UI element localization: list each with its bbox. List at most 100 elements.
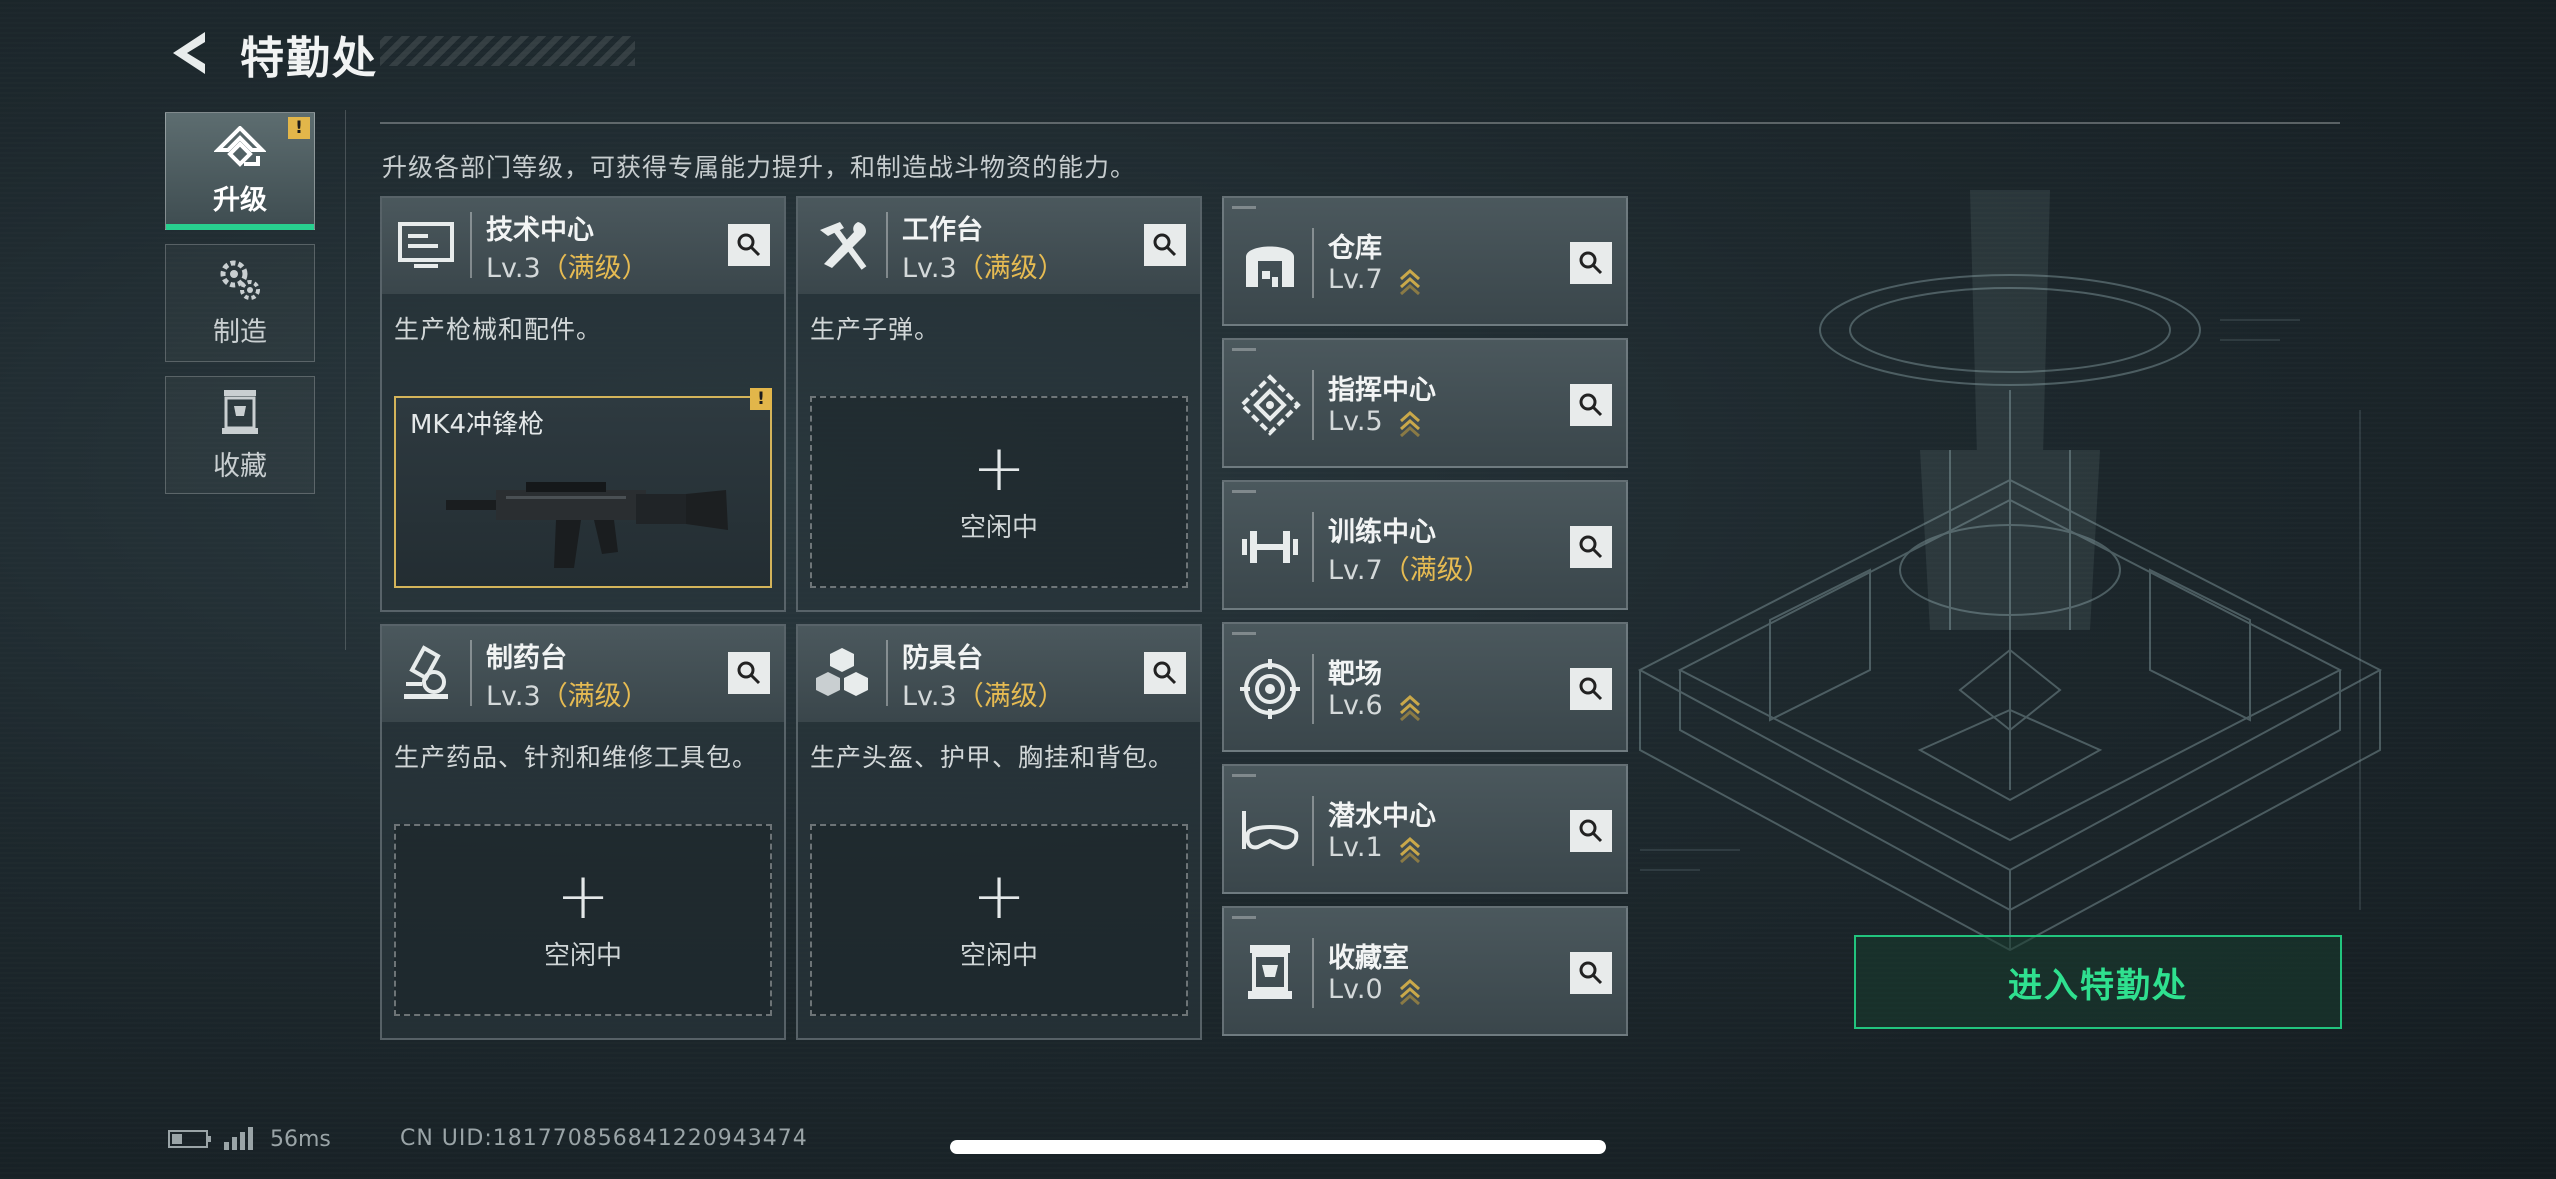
upgrade-available-icon [1400,836,1421,863]
divider [470,640,472,706]
search-icon [1579,961,1603,985]
tab-label: 制造 [213,316,267,348]
department-card-tech[interactable]: 技术中心 Lv.3（满级） 生产枪械和配件。 ! MK4冲锋枪 [380,196,786,612]
alert-badge: ! [750,388,772,410]
production-slot[interactable]: + 空闲中 [810,824,1188,1016]
divider [1312,654,1314,724]
department-description: 生产子弹。 [810,315,941,344]
item-name: MK4冲锋枪 [410,410,545,440]
slot-status: 空闲中 [959,512,1038,543]
search-button[interactable] [1570,242,1612,284]
corner-mark [1232,490,1256,493]
divider [1312,512,1314,582]
max-level-tag: （满级） [956,253,1065,284]
search-button[interactable] [728,224,770,266]
enter-safehouse-button[interactable]: 进入特勤处 [1854,935,2342,1029]
department-level: Lv.3（满级） [902,681,1065,712]
facility-shooting-range[interactable]: 靶场 Lv.6 [1222,622,1628,752]
upgrade-available-icon [1400,978,1421,1005]
slot-status: 空闲中 [959,940,1038,971]
command-icon [1239,374,1301,436]
warehouse-icon [1246,246,1294,287]
facility-level: Lv.0 [1328,974,1421,1005]
tab-collection[interactable]: 收藏 [165,376,315,494]
department-description: 生产头盔、护甲、胸挂和背包。 [810,743,1175,772]
cubes-icon [816,648,868,696]
facility-name: 收藏室 [1328,943,1409,974]
production-slot[interactable]: ! MK4冲锋枪 [394,388,772,588]
production-slot[interactable]: + 空闲中 [810,396,1188,588]
upgrade-icon [214,125,266,167]
tab-label: 收藏 [213,450,267,482]
facility-name: 潜水中心 [1328,801,1436,832]
department-name: 技术中心 [486,215,594,246]
goggles-icon [1242,811,1299,850]
home-indicator[interactable] [950,1140,1606,1154]
max-level-tag: （满级） [540,681,649,712]
upgrade-available-icon [1400,410,1421,437]
search-icon [1153,661,1177,685]
facility-warehouse[interactable]: 仓库 Lv.7 [1222,196,1628,326]
card-header: 防具台 Lv.3（满级） [798,626,1200,722]
base-hologram-image [1637,190,2383,952]
divider [886,212,888,278]
facility-level: Lv.1 [1328,832,1421,863]
search-icon [1579,677,1603,701]
divider [1312,228,1314,298]
search-button[interactable] [1570,810,1612,852]
department-level: Lv.3（满级） [486,681,649,712]
search-button[interactable] [1144,652,1186,694]
tab-upgrade[interactable]: ! 升级 [165,112,315,230]
max-level-tag: （满级） [1382,555,1491,586]
dumbbell-icon [1242,531,1298,563]
facility-level: Lv.6 [1328,690,1421,721]
upgrade-available-icon [1400,268,1421,295]
tab-label: 升级 [213,184,267,216]
corner-mark [1232,916,1256,919]
search-button[interactable] [1570,952,1612,994]
department-description: 生产枪械和配件。 [394,315,603,344]
tools-icon [820,222,867,270]
tab-craft[interactable]: 制造 [165,244,315,362]
battery-icon [168,1130,211,1148]
trophy-case-icon [222,389,258,434]
facility-name: 训练中心 [1328,517,1436,548]
max-level-tag: （满级） [956,681,1065,712]
slot-status: 空闲中 [543,940,622,971]
search-button[interactable] [1570,668,1612,710]
ping-value: 56ms [270,1126,331,1152]
facility-diving-center[interactable]: 潜水中心 Lv.1 [1222,764,1628,894]
search-button[interactable] [1570,526,1612,568]
microscope-icon [404,645,448,699]
search-button[interactable] [728,652,770,694]
facility-collection-room[interactable]: 收藏室 Lv.0 [1222,906,1628,1036]
divider [886,640,888,706]
department-card-pharmacy[interactable]: 制药台 Lv.3（满级） 生产药品、针剂和维修工具包。 + 空闲中 [380,624,786,1040]
target-icon [1240,659,1300,719]
max-level-tag: （满级） [540,253,649,284]
department-description: 生产药品、针剂和维修工具包。 [394,743,759,772]
department-name: 制药台 [486,643,567,674]
search-icon [1579,393,1603,417]
search-button[interactable] [1144,224,1186,266]
alert-badge: ! [288,117,310,139]
add-icon: + [972,859,1026,934]
back-arrow-icon[interactable] [165,28,215,78]
department-card-armor[interactable]: 防具台 Lv.3（满级） 生产头盔、护甲、胸挂和背包。 + 空闲中 [796,624,1202,1040]
add-icon: + [972,431,1026,506]
department-level: Lv.3（满级） [902,253,1065,284]
search-icon [737,661,761,685]
signal-icon [224,1127,253,1150]
department-card-workbench[interactable]: 工作台 Lv.3（满级） 生产子弹。 + 空闲中 [796,196,1202,612]
divider [380,122,2340,124]
search-icon [1579,251,1603,275]
corner-mark [1232,206,1256,209]
facility-command-center[interactable]: 指挥中心 Lv.5 [1222,338,1628,468]
search-icon [1579,535,1603,559]
search-button[interactable] [1570,384,1612,426]
facility-training-center[interactable]: 训练中心 Lv.7（满级） [1222,480,1628,610]
add-icon: + [556,859,610,934]
facility-level: Lv.5 [1328,406,1421,437]
facility-name: 仓库 [1328,233,1382,264]
production-slot[interactable]: + 空闲中 [394,824,772,1016]
